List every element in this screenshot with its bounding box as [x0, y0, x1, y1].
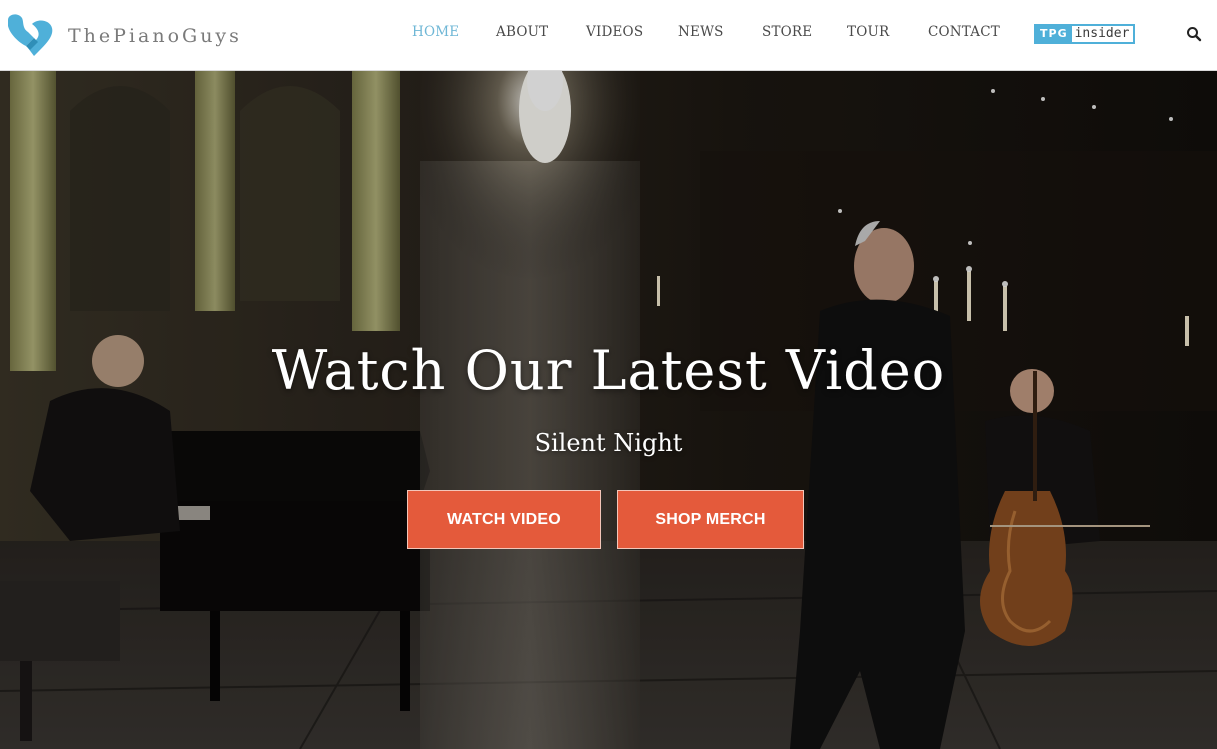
insider-badge: TPG	[1036, 26, 1072, 42]
nav-contact[interactable]: CONTACT	[928, 24, 1000, 40]
watch-video-button[interactable]: WATCH VIDEO	[407, 490, 601, 549]
search-icon[interactable]	[1186, 26, 1202, 42]
insider-word: insider	[1074, 26, 1130, 41]
shop-merch-button[interactable]: SHOP MERCH	[617, 490, 804, 549]
site-header: ThePianoGuys HOME ABOUT VIDEOS NEWS STOR…	[0, 0, 1217, 71]
nav-about[interactable]: ABOUT	[496, 24, 548, 40]
nav-store[interactable]: STORE	[762, 24, 812, 40]
nav-home[interactable]: HOME	[412, 24, 459, 40]
hero-background-image	[0, 71, 1217, 749]
tpg-insider-link[interactable]: TPG insider	[1034, 24, 1136, 44]
nav-tour[interactable]: TOUR	[847, 24, 889, 40]
nav-news[interactable]: NEWS	[678, 24, 724, 40]
nav-videos[interactable]: VIDEOS	[586, 24, 643, 40]
hero-title: Watch Our Latest Video	[271, 339, 946, 402]
hero-banner: Watch Our Latest Video Silent Night WATC…	[0, 71, 1217, 749]
hero-subtitle: Silent Night	[534, 429, 683, 457]
